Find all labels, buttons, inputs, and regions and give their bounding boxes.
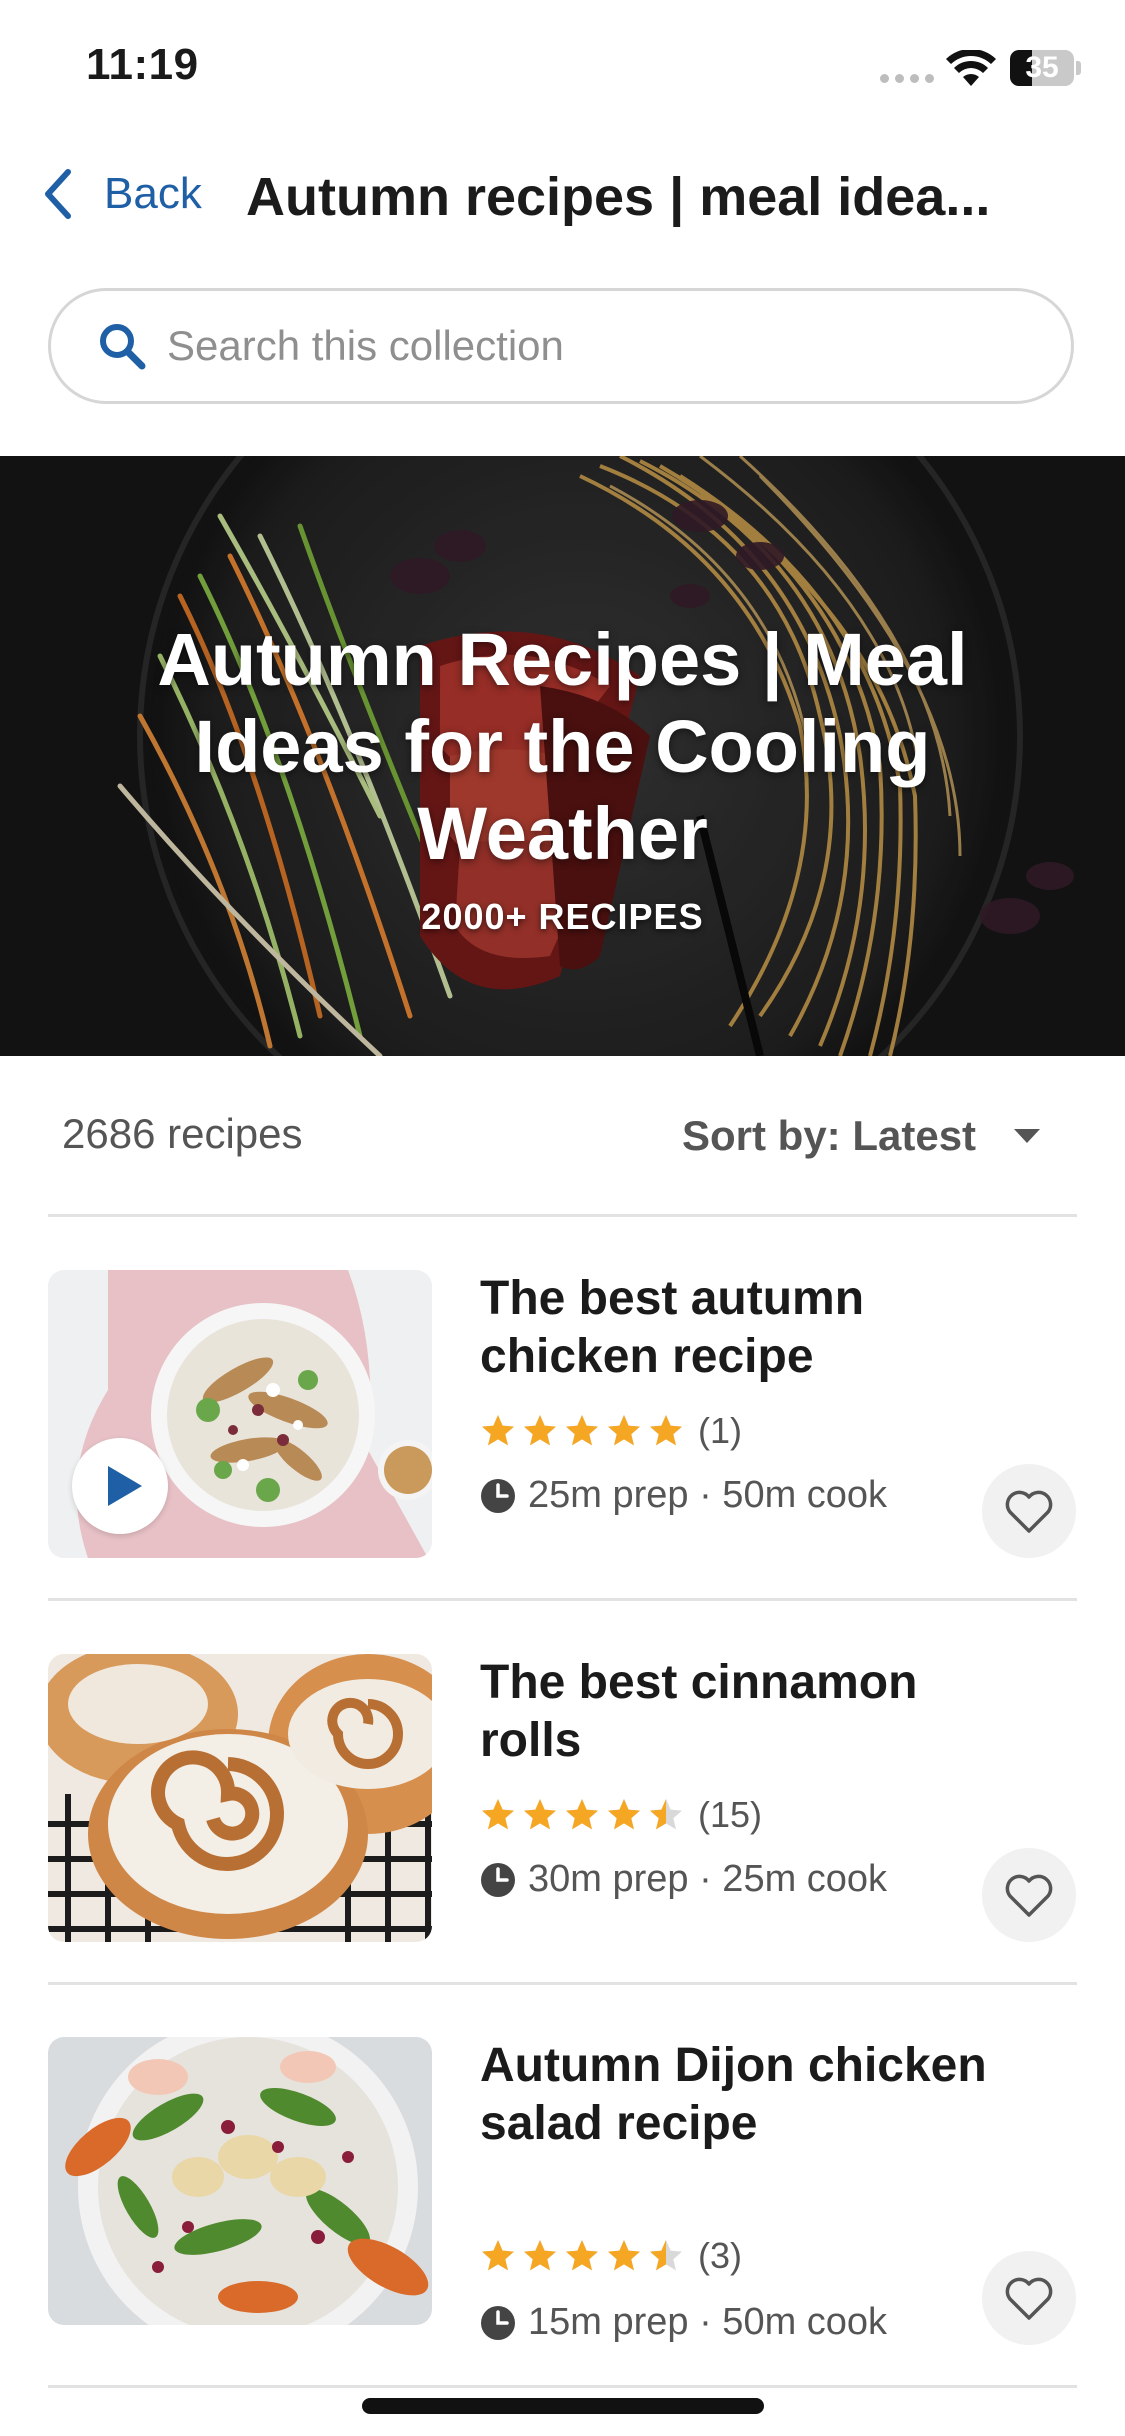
- chevron-left-icon: [45, 169, 71, 219]
- star-full-icon: [522, 2238, 558, 2274]
- star-full-icon: [648, 1413, 684, 1449]
- time-label: 25m prep · 50m cook: [528, 1474, 888, 1516]
- recipe-card[interactable]: The best autumn chicken recipe (1) 25m p…: [0, 1270, 1125, 1600]
- recipe-title[interactable]: Autumn Dijon chicken salad recipe: [480, 2037, 1000, 2153]
- divider: [48, 1982, 1077, 1985]
- cellular-signal-icon: [880, 74, 934, 83]
- hero-subtitle: 2000+ RECIPES: [421, 896, 704, 937]
- play-video-button[interactable]: [72, 1438, 168, 1534]
- rating-count: (15): [698, 1794, 763, 1835]
- clock-icon: [481, 1862, 515, 1897]
- caret-down-icon: [1014, 1129, 1041, 1143]
- star-rating: [480, 2238, 684, 2274]
- star-full-icon: [606, 2238, 642, 2274]
- search-bar[interactable]: [48, 288, 1074, 404]
- divider: [48, 1214, 1077, 1217]
- star-full-icon: [564, 1797, 600, 1833]
- time-label: 30m prep · 25m cook: [528, 1858, 888, 1900]
- rating-count: (3): [698, 2235, 742, 2276]
- time-label: 15m prep · 50m cook: [528, 2301, 888, 2343]
- star-full-icon: [522, 1797, 558, 1833]
- favorite-button[interactable]: [982, 1848, 1076, 1942]
- hero-title: Autumn Recipes | Meal Ideas for the Cool…: [157, 618, 968, 875]
- rating: (3): [480, 2235, 742, 2277]
- search-icon: [100, 324, 146, 370]
- sort-dropdown[interactable]: Sort by: Latest: [682, 1112, 1041, 1160]
- status-time: 11:19: [86, 40, 199, 89]
- wifi-icon: [946, 50, 996, 86]
- cook-time: 25m prep · 50m cook: [480, 1474, 887, 1517]
- heart-icon: [1005, 1490, 1053, 1533]
- cook-time: 15m prep · 50m cook: [480, 2301, 887, 2344]
- sort-label: Sort by: Latest: [682, 1112, 977, 1159]
- rating: (15): [480, 1794, 762, 1836]
- heart-icon: [1005, 2277, 1053, 2320]
- nav-bar: Back Autumn recipes | meal idea...: [0, 150, 1125, 250]
- star-full-icon: [606, 1797, 642, 1833]
- recipe-card[interactable]: Autumn Dijon chicken salad recipe (3) 15…: [0, 2037, 1125, 2397]
- rating-count: (1): [698, 1410, 742, 1451]
- recipe-count: 2686 recipes: [62, 1110, 303, 1157]
- star-full-icon: [522, 1413, 558, 1449]
- star-full-icon: [480, 2238, 516, 2274]
- home-indicator: [362, 2398, 764, 2414]
- battery-icon: 35: [1010, 50, 1074, 86]
- star-full-icon: [606, 1413, 642, 1449]
- divider: [48, 2385, 1077, 2388]
- page-title: Autumn recipes | meal idea...: [246, 167, 991, 227]
- recipe-title[interactable]: The best autumn chicken recipe: [480, 1270, 1000, 1386]
- star-rating: [480, 1797, 684, 1833]
- recipe-thumbnail[interactable]: [48, 1654, 432, 1942]
- back-button[interactable]: Back: [40, 168, 202, 220]
- hero-banner: Autumn Recipes | Meal Ideas for the Cool…: [0, 456, 1125, 1056]
- recipe-thumbnail[interactable]: [48, 2037, 432, 2325]
- rating: (1): [480, 1410, 742, 1452]
- star-full-icon: [564, 2238, 600, 2274]
- divider: [48, 1598, 1077, 1601]
- search-input[interactable]: [165, 321, 1029, 371]
- star-full-icon: [564, 1413, 600, 1449]
- recipe-image: [48, 1654, 432, 1942]
- recipe-card[interactable]: The best cinnamon rolls (15) 30m prep · …: [0, 1654, 1125, 1984]
- status-bar: 11:19 35: [0, 0, 1125, 140]
- cook-time: 30m prep · 25m cook: [480, 1858, 887, 1901]
- star-rating: [480, 1413, 684, 1449]
- star-full-icon: [480, 1413, 516, 1449]
- battery-cap: [1076, 61, 1081, 75]
- favorite-button[interactable]: [982, 1464, 1076, 1558]
- recipe-thumbnail[interactable]: [48, 1270, 432, 1558]
- star-half-icon: [648, 2238, 684, 2274]
- clock-icon: [481, 1478, 515, 1513]
- battery-level: 35: [1025, 51, 1059, 84]
- favorite-button[interactable]: [982, 2251, 1076, 2345]
- star-full-icon: [480, 1797, 516, 1833]
- recipe-image: [48, 2037, 432, 2325]
- star-half-icon: [648, 1797, 684, 1833]
- clock-icon: [481, 2305, 515, 2340]
- back-label: Back: [104, 169, 202, 218]
- heart-icon: [1005, 1874, 1053, 1917]
- recipe-title[interactable]: The best cinnamon rolls: [480, 1654, 1000, 1770]
